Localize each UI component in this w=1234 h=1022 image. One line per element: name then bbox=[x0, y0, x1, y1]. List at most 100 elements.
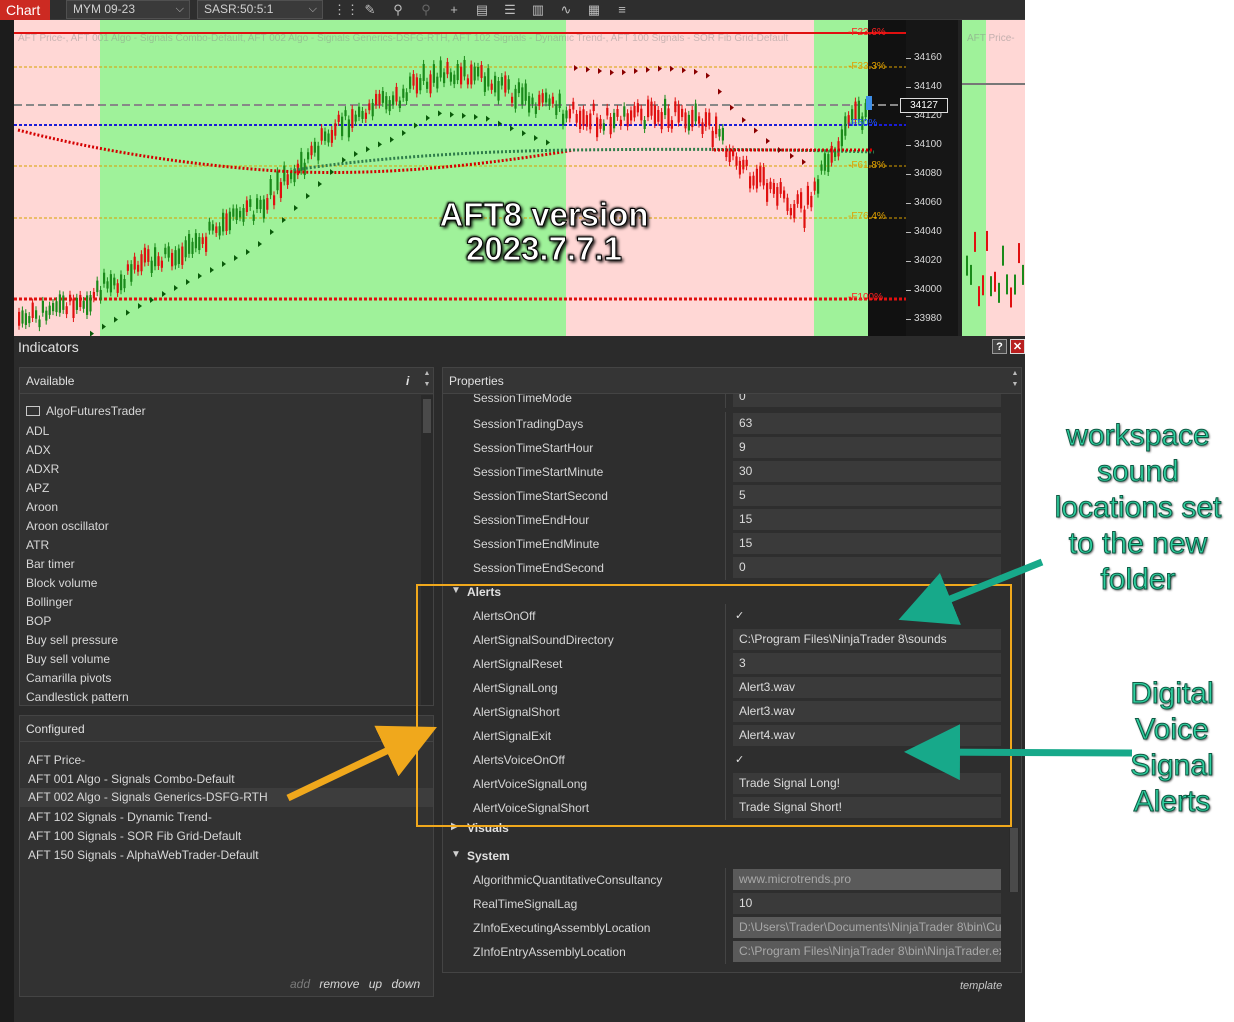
bars-icon[interactable]: ⋮⋮ bbox=[333, 1, 359, 19]
available-item[interactable]: Block volume bbox=[26, 576, 97, 590]
up-candle bbox=[123, 278, 126, 289]
more-menu-icon[interactable]: ≡ bbox=[613, 1, 631, 19]
property-value-field[interactable]: 63 bbox=[733, 413, 1001, 434]
down-candle bbox=[147, 249, 150, 262]
strategy-icon[interactable]: ▦ bbox=[585, 1, 603, 19]
down-candle bbox=[766, 183, 769, 202]
bar-type-selector[interactable]: SASR:50:5:1 ⌵ bbox=[197, 0, 323, 19]
indicator-icon[interactable]: ∿ bbox=[557, 1, 575, 19]
available-item[interactable]: ATR bbox=[26, 538, 49, 552]
help-button[interactable]: ? bbox=[992, 339, 1007, 354]
available-item[interactable]: Buy sell volume bbox=[26, 652, 110, 666]
expanded-triangle-icon[interactable]: ▼ bbox=[451, 849, 461, 860]
down-candle bbox=[657, 109, 660, 122]
property-value-field[interactable]: 30 bbox=[733, 461, 1001, 482]
bar-type-value: SASR:50:5:1 bbox=[204, 2, 274, 16]
add-link[interactable]: add bbox=[290, 977, 310, 991]
column-divider bbox=[725, 412, 726, 436]
data-box-icon[interactable]: ▤ bbox=[473, 1, 491, 19]
scroll-thumb[interactable] bbox=[423, 399, 431, 433]
template-link[interactable]: template bbox=[960, 980, 1002, 992]
up-link[interactable]: up bbox=[369, 977, 382, 991]
available-item[interactable]: APZ bbox=[26, 481, 49, 495]
property-value-field[interactable]: 10 bbox=[733, 893, 1001, 914]
up-candle bbox=[354, 114, 357, 122]
up-candle bbox=[966, 255, 968, 276]
down-candle bbox=[181, 246, 184, 265]
down-candle bbox=[609, 117, 612, 135]
property-value-field[interactable]: 9 bbox=[733, 437, 1001, 458]
down-candle bbox=[72, 298, 75, 319]
column-divider bbox=[725, 868, 726, 892]
price-tick-label: 34100 bbox=[914, 139, 942, 150]
up-candle bbox=[477, 66, 480, 77]
down-candle bbox=[681, 108, 684, 118]
draw-pencil-icon[interactable]: ✎ bbox=[361, 1, 379, 19]
configured-item[interactable]: AFT Price- bbox=[28, 753, 85, 767]
scroll-thumb[interactable] bbox=[1010, 828, 1018, 892]
note-line: workspace bbox=[1066, 419, 1210, 453]
configured-item[interactable]: AFT 102 Signals - Dynamic Trend- bbox=[28, 810, 212, 824]
down-candle bbox=[674, 101, 677, 113]
down-link[interactable]: down bbox=[391, 977, 420, 991]
property-value-field[interactable]: 15 bbox=[733, 509, 1001, 530]
remove-link[interactable]: remove bbox=[319, 977, 359, 991]
list-item-folder[interactable]: AlgoFuturesTrader bbox=[26, 404, 146, 418]
property-row: AlgorithmicQuantitativeConsultancy www.mi… bbox=[443, 868, 1003, 892]
up-candle bbox=[507, 79, 510, 90]
scroll-up-icon[interactable]: ▲ bbox=[1009, 369, 1021, 379]
available-item[interactable]: ADL bbox=[26, 424, 49, 438]
down-candle bbox=[803, 209, 806, 228]
instrument-selector[interactable]: MYM 09-23 ⌵ bbox=[66, 0, 190, 19]
property-value-field[interactable]: 15 bbox=[733, 533, 1001, 554]
property-value-field[interactable]: 0 bbox=[733, 557, 1001, 578]
available-item[interactable]: Aroon bbox=[26, 500, 58, 514]
available-item[interactable]: Bar timer bbox=[26, 557, 75, 571]
down-candle bbox=[446, 61, 449, 75]
configured-item[interactable]: AFT 002 Algo - Signals Generics-DSFG-RTH bbox=[20, 788, 433, 807]
properties-scrollbar[interactable] bbox=[1009, 828, 1019, 892]
down-candle bbox=[470, 64, 473, 85]
down-candle bbox=[698, 116, 701, 124]
available-item[interactable]: Candlestick pattern bbox=[26, 690, 129, 704]
tab-chart[interactable]: Chart bbox=[0, 0, 50, 20]
property-value-field[interactable]: 5 bbox=[733, 485, 1001, 506]
property-value-field[interactable]: 0 bbox=[733, 394, 1001, 407]
close-button[interactable]: ✕ bbox=[1010, 339, 1025, 354]
scroll-down-icon[interactable]: ▼ bbox=[421, 380, 433, 390]
crosshair-icon[interactable]: + bbox=[445, 1, 463, 19]
zoom-out-icon[interactable]: ⚲ bbox=[417, 1, 435, 19]
available-item[interactable]: Buy sell pressure bbox=[26, 633, 118, 647]
up-candle bbox=[1014, 274, 1016, 295]
note-line: to the new bbox=[1068, 527, 1208, 561]
info-icon[interactable]: i bbox=[406, 368, 409, 394]
up-candle bbox=[1006, 274, 1008, 295]
price-tick-mark bbox=[906, 261, 911, 262]
available-item[interactable]: Camarilla pivots bbox=[26, 671, 111, 685]
configured-item[interactable]: AFT 100 Signals - SOR Fib Grid-Default bbox=[28, 829, 241, 843]
down-candle bbox=[330, 129, 333, 143]
available-item[interactable]: BOP bbox=[26, 614, 51, 628]
property-name: AlgorithmicQuantitativeConsultancy bbox=[473, 873, 663, 887]
zoom-in-icon[interactable]: ⚲ bbox=[389, 1, 407, 19]
property-section[interactable]: ▼ System bbox=[443, 844, 1003, 868]
configured-item[interactable]: AFT 001 Algo - Signals Combo-Default bbox=[28, 772, 235, 786]
down-candle bbox=[116, 283, 119, 293]
up-candle bbox=[21, 310, 24, 324]
available-item[interactable]: ADXR bbox=[26, 462, 59, 476]
fib-label: -F61.8% bbox=[848, 160, 886, 171]
available-item[interactable]: Aroon oscillator bbox=[26, 519, 109, 533]
property-row: SessionTimeStartMinute 30 bbox=[443, 460, 1003, 484]
available-item[interactable]: Bollinger bbox=[26, 595, 73, 609]
properties-icon[interactable]: ☰ bbox=[501, 1, 519, 19]
scroll-up-icon[interactable]: ▲ bbox=[421, 369, 433, 379]
down-candle bbox=[596, 117, 599, 138]
up-candle bbox=[109, 274, 112, 293]
up-candle bbox=[990, 276, 992, 297]
available-item[interactable]: ADX bbox=[26, 443, 51, 457]
down-candle bbox=[735, 156, 738, 166]
bar-chart-icon[interactable]: ▥ bbox=[529, 1, 547, 19]
scroll-down-icon[interactable]: ▼ bbox=[1009, 380, 1021, 390]
price-chart[interactable]: AFT Price-, AFT 001 Algo - Signals Combo… bbox=[14, 20, 1025, 336]
configured-item[interactable]: AFT 150 Signals - AlphaWebTrader-Default bbox=[28, 848, 259, 862]
